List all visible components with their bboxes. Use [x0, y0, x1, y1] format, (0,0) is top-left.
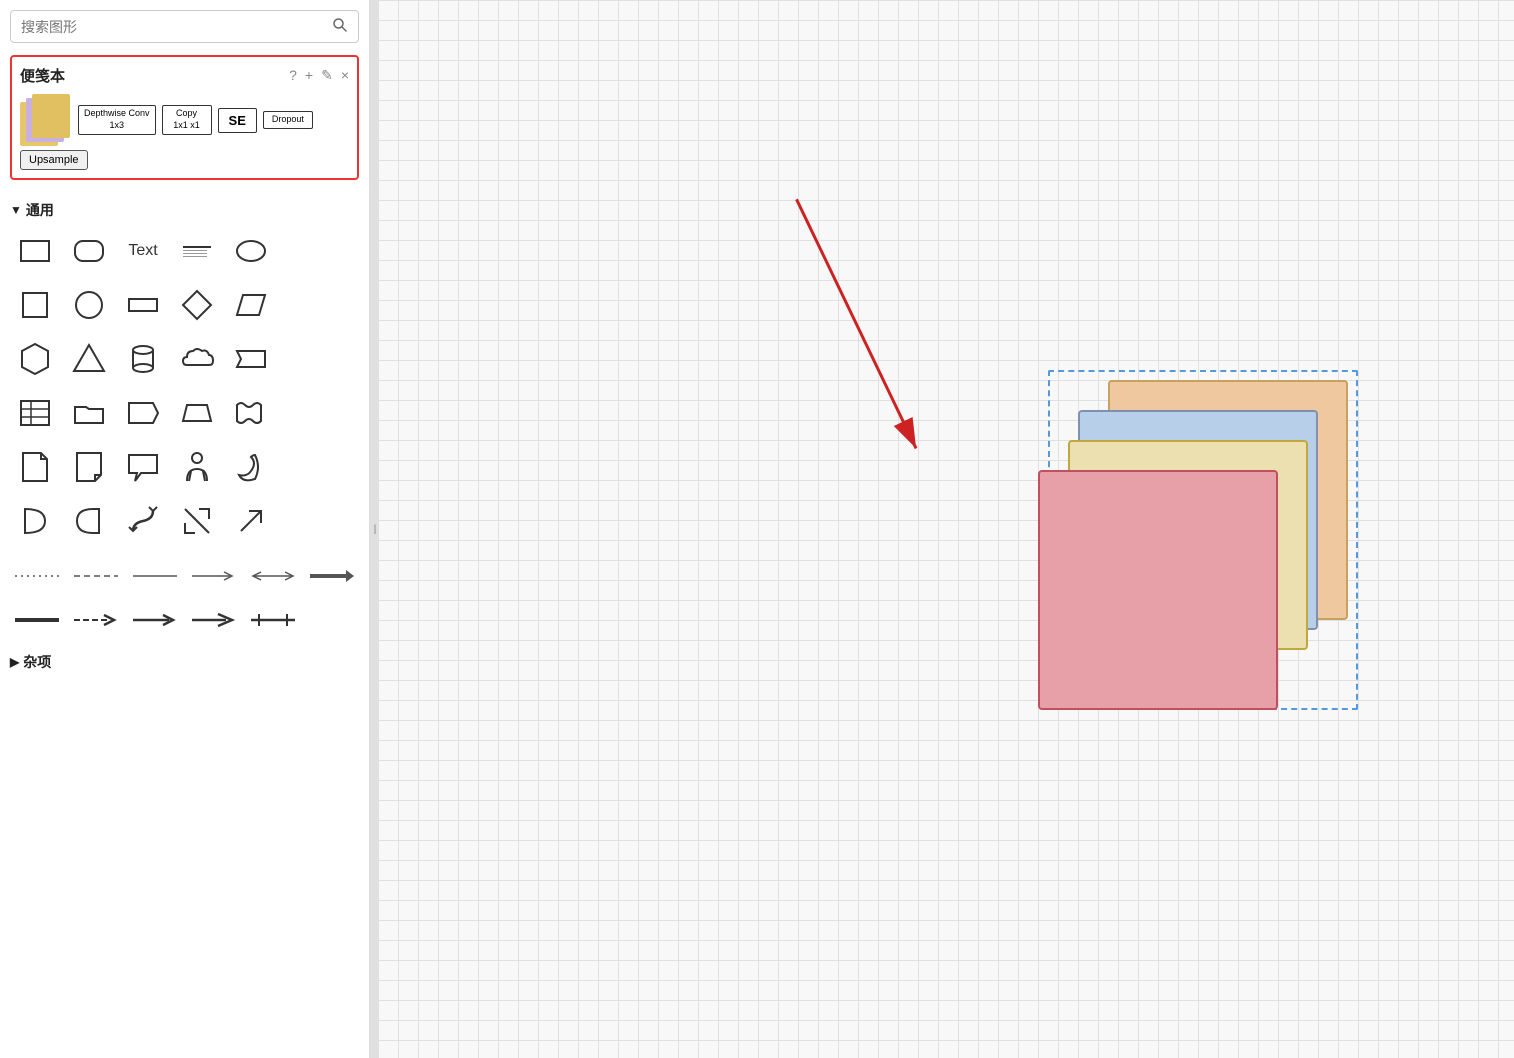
shape-empty7 — [304, 600, 359, 640]
shape-square[interactable] — [10, 280, 60, 330]
notepad-actions: ? + ✎ × — [289, 67, 349, 84]
shape-empty5 — [280, 442, 330, 492]
shape-note[interactable] — [64, 442, 114, 492]
shape-callout[interactable] — [118, 442, 168, 492]
dropout-label: Dropout — [263, 111, 313, 129]
shape-d-shape[interactable] — [10, 496, 60, 546]
misc-expand-icon: ▶ — [10, 655, 19, 669]
line-thick-long-arrow[interactable] — [186, 600, 241, 640]
shape-hexagon[interactable] — [10, 334, 60, 384]
notepad-depthwise-conv[interactable]: Depthwise Conv1x3 — [78, 105, 156, 134]
shape-rounded-left[interactable] — [64, 496, 114, 546]
notepad-stacked-pages[interactable] — [20, 94, 72, 146]
shape-empty1 — [280, 226, 330, 276]
shape-parallelogram[interactable] — [226, 280, 276, 330]
shape-empty6 — [280, 496, 330, 546]
line-thick-arrow[interactable] — [128, 600, 183, 640]
shape-circle[interactable] — [64, 280, 114, 330]
notepad-add-icon[interactable]: + — [305, 67, 313, 84]
line-thick-dashed-arrow[interactable] — [69, 600, 124, 640]
heading-line-1 — [183, 246, 211, 248]
se-label: SE — [218, 108, 257, 133]
line-dashed[interactable] — [69, 556, 124, 596]
copy-label: Copy1x1 x1 — [162, 105, 212, 134]
shape-s-curve[interactable] — [118, 496, 168, 546]
shape-cloud[interactable] — [172, 334, 222, 384]
notepad-section: 便笺本 ? + ✎ × Depthwise Conv1x3 Copy1x1 x1 — [10, 55, 359, 180]
notepad-close-icon[interactable]: × — [341, 67, 349, 84]
notepad-title: 便笺本 — [20, 65, 65, 86]
notepad-se[interactable]: SE — [218, 108, 257, 133]
general-section-title: 通用 — [26, 200, 54, 220]
section-header-misc[interactable]: ▶ 杂项 — [10, 652, 359, 672]
line-thick-solid[interactable] — [10, 600, 65, 640]
line-arrow[interactable] — [186, 556, 241, 596]
sidebar: 便笺本 ? + ✎ × Depthwise Conv1x3 Copy1x1 x1 — [0, 0, 370, 1058]
shape-person[interactable] — [172, 442, 222, 492]
shape-double-arrow[interactable] — [172, 496, 222, 546]
shape-triangle[interactable] — [64, 334, 114, 384]
line-block-arrow[interactable] — [304, 556, 359, 596]
line-solid[interactable] — [128, 556, 183, 596]
notepad-copy[interactable]: Copy1x1 x1 — [162, 105, 212, 134]
shape-empty3 — [280, 334, 330, 384]
shape-diamond[interactable] — [172, 280, 222, 330]
notepad-shapes: Depthwise Conv1x3 Copy1x1 x1 SE Dropout — [20, 94, 349, 146]
notepad-header: 便笺本 ? + ✎ × — [20, 65, 349, 86]
notepad-upsample[interactable]: Upsample — [20, 146, 349, 170]
shape-empty2 — [280, 280, 330, 330]
shape-ellipse[interactable] — [226, 226, 276, 276]
general-expand-icon: ▼ — [10, 203, 22, 217]
search-bar — [10, 10, 359, 43]
page-layer-3 — [32, 94, 70, 138]
lines-row-1 — [10, 556, 359, 596]
shape-rounded-rectangle[interactable] — [64, 226, 114, 276]
shapes-grid: Text — [10, 226, 359, 546]
section-header-general[interactable]: ▼ 通用 — [10, 200, 359, 220]
shape-rectangle[interactable] — [10, 226, 60, 276]
upsample-label: Upsample — [20, 150, 88, 170]
shape-document[interactable] — [10, 442, 60, 492]
canvas-shape-4[interactable] — [1038, 470, 1278, 710]
misc-section-title: 杂项 — [23, 652, 51, 672]
shape-ribbon[interactable] — [226, 334, 276, 384]
shape-small-rect[interactable] — [118, 280, 168, 330]
shape-arrow-ne[interactable] — [226, 496, 276, 546]
search-input[interactable] — [21, 19, 332, 35]
shape-empty4 — [280, 388, 330, 438]
shape-text[interactable]: Text — [118, 226, 168, 276]
divider-handle[interactable]: || — [370, 0, 378, 1058]
line-dotted[interactable] — [10, 556, 65, 596]
search-icon — [332, 17, 348, 36]
notepad-edit-icon[interactable]: ✎ — [321, 67, 333, 84]
shape-folder[interactable] — [64, 388, 114, 438]
heading-lines — [183, 246, 211, 257]
canvas — [378, 0, 1514, 1058]
heading-line-3 — [183, 253, 207, 254]
shape-crescent[interactable] — [226, 442, 276, 492]
notepad-dropout[interactable]: Dropout — [263, 111, 313, 129]
heading-line-2 — [183, 250, 207, 251]
line-double-arrow[interactable] — [245, 556, 300, 596]
lines-row-2 — [10, 600, 359, 640]
notepad-help-icon[interactable]: ? — [289, 67, 297, 84]
line-crosshatch[interactable] — [245, 600, 300, 640]
shape-wave[interactable] — [226, 388, 276, 438]
shape-pentagon-arrow[interactable] — [118, 388, 168, 438]
shape-table[interactable] — [10, 388, 60, 438]
shape-cylinder[interactable] — [118, 334, 168, 384]
shape-trapezoid[interactable] — [172, 388, 222, 438]
heading-line-4 — [183, 256, 207, 257]
depthwise-conv-label: Depthwise Conv1x3 — [78, 105, 156, 134]
shape-heading[interactable] — [172, 226, 222, 276]
text-label: Text — [128, 242, 157, 260]
